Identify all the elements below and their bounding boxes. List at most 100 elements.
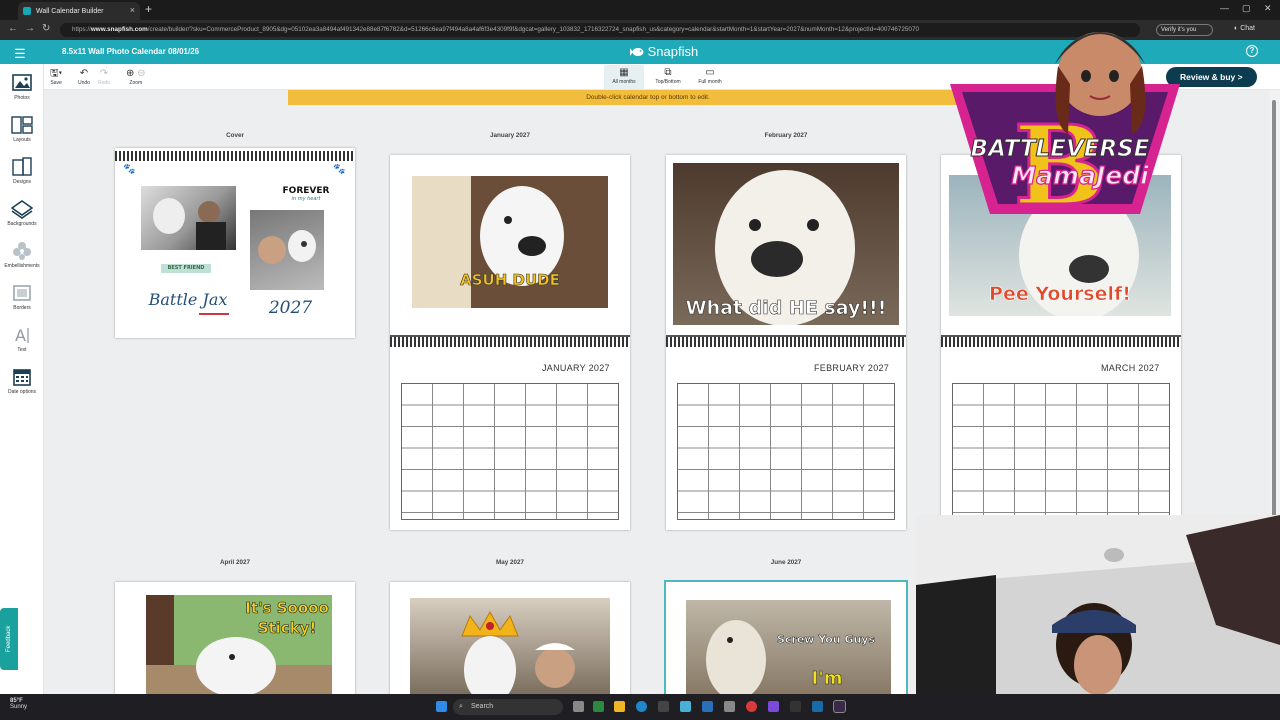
browser-tab[interactable]: Wall Calendar Builder ×: [18, 2, 140, 20]
tab-close-icon[interactable]: ×: [130, 5, 135, 15]
view-all-months[interactable]: ▦ All months: [604, 65, 644, 89]
webcam-feed: [916, 515, 1280, 695]
man-and-dog-selfie-photo: [258, 230, 316, 264]
january-page[interactable]: ASUH DUDE JANUARY 2027: [390, 155, 630, 530]
zoom-button[interactable]: ⊕ ⊖ Zoom: [126, 68, 146, 86]
february-page[interactable]: What did HE say!!! FEBRUARY 2027: [666, 155, 906, 530]
url-prefix: https://: [72, 26, 91, 33]
project-title[interactable]: 8.5x11 Wall Photo Calendar 08/01/26: [62, 47, 199, 56]
text-icon: A: [15, 326, 29, 345]
full-month-icon: ▭: [705, 67, 715, 78]
may-page[interactable]: [390, 582, 630, 694]
help-icon[interactable]: ?: [1246, 45, 1258, 57]
app-icon[interactable]: [812, 701, 823, 712]
march-calendar-grid[interactable]: [952, 383, 1170, 520]
sidebar-item-embellishments[interactable]: Embellishments: [0, 240, 44, 269]
january-calendar-grid[interactable]: [401, 383, 619, 520]
cover-page[interactable]: 🐾 🐾 FOREVER in my heart BEST FRIEND Batt…: [115, 148, 355, 338]
designs-icon: [12, 157, 32, 176]
april-page[interactable]: It's Soooo Sticky!: [115, 582, 355, 694]
url-host: www.snapfish.com: [90, 26, 148, 33]
page-label-cover: Cover: [226, 132, 244, 139]
forever-text: FOREVER: [282, 186, 330, 196]
sidebar-label: Backgrounds: [7, 221, 37, 227]
sidebar-item-text[interactable]: A Text: [0, 324, 44, 353]
view-label: Top/Bottom: [655, 79, 681, 85]
march-month-title: MARCH 2027: [1101, 363, 1160, 373]
june-photo[interactable]: [686, 600, 891, 694]
xbox-icon[interactable]: [593, 701, 604, 712]
app-icon[interactable]: [658, 701, 669, 712]
chat-button[interactable]: ◐ Chat: [1234, 25, 1255, 32]
sidebar-item-date-options[interactable]: Date options: [0, 366, 44, 395]
chrome-icon[interactable]: [746, 701, 757, 712]
dog-name-text: Battle Jax: [148, 290, 228, 309]
view-label: Full month: [698, 79, 722, 85]
file-explorer-icon[interactable]: [614, 701, 625, 712]
feedback-tab[interactable]: Feedback: [0, 608, 18, 670]
windows-start-icon[interactable]: [436, 701, 447, 712]
save-icon: 🖫▾: [50, 68, 63, 79]
layouts-icon: [11, 116, 33, 134]
taskbar-search[interactable]: ⌕ Search: [453, 699, 563, 715]
app-icon[interactable]: [724, 701, 735, 712]
grid-icon: ▦: [619, 67, 629, 78]
january-month-title: JANUARY 2027: [542, 363, 610, 373]
cover-photo-2[interactable]: [250, 210, 324, 290]
scrollbar-thumb[interactable]: [1272, 100, 1276, 520]
cover-year-text: 2027: [268, 298, 313, 318]
zoom-icon: ⊕ ⊖: [126, 68, 146, 79]
in-my-heart-text: in my heart: [291, 196, 321, 202]
new-tab-icon[interactable]: +: [145, 2, 152, 16]
backgrounds-icon: [11, 200, 33, 219]
edit-hint-banner: Double-click calendar top or bottom to e…: [288, 90, 1008, 105]
svg-text:A: A: [15, 326, 26, 345]
app-icon[interactable]: [680, 701, 691, 712]
save-label: Save: [50, 80, 62, 86]
february-month-title: FEBRUARY 2027: [814, 363, 890, 373]
february-caption: What did HE say!!!: [685, 297, 887, 320]
page-label-january: January 2027: [490, 132, 530, 139]
maximize-icon[interactable]: ▢: [1242, 3, 1251, 14]
sidebar-item-designs[interactable]: Designs: [0, 156, 44, 185]
paw-icon: 🐾: [123, 164, 136, 175]
view-full-month[interactable]: ▭ Full month: [690, 65, 730, 89]
view-label: All months: [612, 79, 636, 85]
undo-button[interactable]: ↶ Undo: [78, 68, 90, 86]
june-page[interactable]: Screw You Guys I'm: [664, 580, 908, 694]
app-icon[interactable]: [768, 701, 779, 712]
reload-icon[interactable]: ↻: [42, 23, 50, 34]
task-view-icon[interactable]: [573, 701, 584, 712]
page-label-april: April 2027: [219, 559, 251, 566]
sidebar-item-borders[interactable]: Borders: [0, 282, 44, 311]
edge-icon[interactable]: [636, 701, 647, 712]
sidebar-item-photos[interactable]: Photos: [0, 72, 44, 101]
search-icon: ⌕: [459, 703, 463, 710]
back-icon[interactable]: ←: [8, 23, 18, 34]
search-label: Search: [471, 703, 494, 710]
name-underline: [199, 313, 229, 315]
embellishments-icon: [13, 242, 31, 260]
calendar-icon: [13, 369, 31, 386]
view-top-bottom[interactable]: ⧉ Top/Bottom: [648, 65, 688, 89]
menu-icon[interactable]: ☰: [14, 46, 26, 62]
minimize-icon[interactable]: —: [1220, 3, 1229, 13]
app-icon[interactable]: [790, 701, 801, 712]
steam-icon[interactable]: [702, 701, 713, 712]
may-photo[interactable]: [410, 598, 610, 694]
cover-photo-1[interactable]: [141, 186, 236, 250]
weather-widget[interactable]: 85°F Sunny: [10, 698, 27, 710]
fish-icon: [630, 48, 644, 56]
page-label-february: February 2027: [764, 132, 808, 139]
forward-icon[interactable]: →: [25, 23, 35, 34]
redo-button[interactable]: ↷ Redo: [98, 68, 110, 86]
april-caption: It's Soooo Sticky!: [245, 599, 329, 638]
spiral-binding: [666, 337, 906, 347]
close-window-icon[interactable]: ✕: [1264, 3, 1272, 14]
sidebar-item-backgrounds[interactable]: Backgrounds: [0, 198, 44, 227]
sidebar-item-layouts[interactable]: Layouts: [0, 114, 44, 143]
february-calendar-grid[interactable]: [677, 383, 895, 520]
save-button[interactable]: 🖫▾ Save: [50, 68, 62, 86]
obs-icon[interactable]: [833, 700, 846, 713]
sidebar-label: Date options: [7, 389, 37, 395]
